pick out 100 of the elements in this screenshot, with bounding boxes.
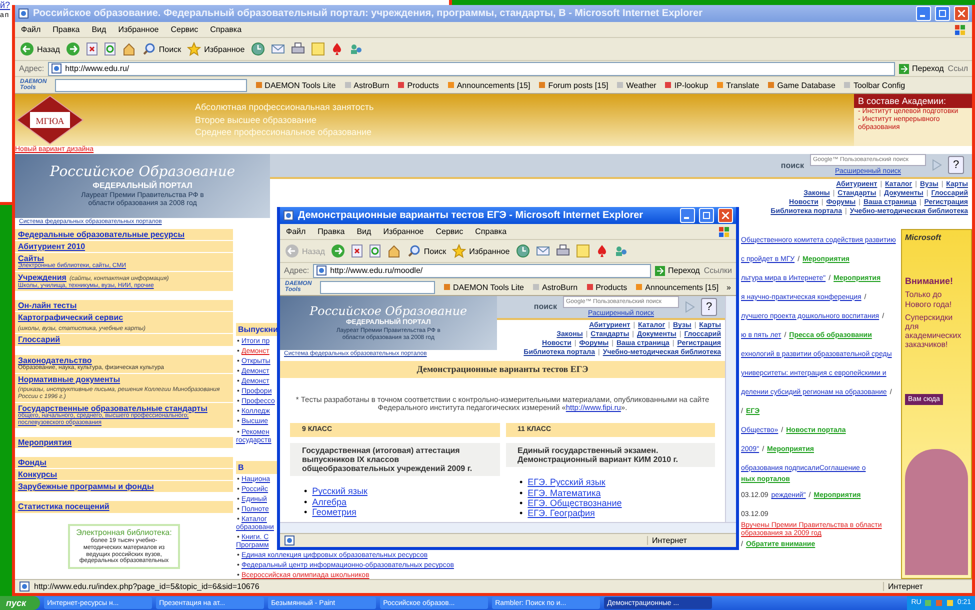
back-button[interactable]: Назад	[20, 42, 60, 56]
go-button[interactable]: Переход	[899, 64, 944, 74]
search-icon	[142, 42, 156, 56]
search-button[interactable]: Поиск	[406, 244, 446, 258]
toolbar-link[interactable]: AstroBurn	[344, 80, 390, 90]
menu-link[interactable]: Абитуриент 2010	[18, 242, 86, 252]
link[interactable]: й?	[0, 0, 10, 10]
help-button[interactable]: ?	[701, 298, 717, 316]
history-icon[interactable]	[250, 42, 265, 56]
toolbar-link[interactable]: DAEMON Tools Lite	[443, 282, 524, 292]
toolbar-link[interactable]: Toolbar Config	[843, 80, 906, 90]
menu-item[interactable]: Справка	[475, 226, 507, 236]
ad-headline: Внимание!	[905, 276, 954, 286]
subject-link[interactable]: ЕГЭ. Русский язык	[528, 477, 606, 488]
history-icon[interactable]	[516, 244, 530, 258]
favorites-button[interactable]: Избранное	[452, 244, 510, 258]
menu-item[interactable]: Файл	[21, 24, 41, 34]
subject-link[interactable]: ЕГЭ. Обществознание	[528, 498, 622, 508]
menu-link[interactable]: Государственные образовательные стандарты	[18, 404, 208, 413]
toolbar-item-icon	[716, 81, 724, 89]
toolbar-search-field[interactable]	[320, 280, 435, 294]
printer-icon[interactable]	[556, 244, 570, 258]
menu-item[interactable]: Избранное	[383, 226, 424, 236]
toolbar-item-icon	[538, 81, 546, 89]
menu-item[interactable]: Вид	[92, 24, 106, 34]
go-button[interactable]: Переход	[655, 266, 700, 276]
toolbar-item-icon	[616, 81, 624, 89]
refresh-icon[interactable]	[368, 244, 381, 258]
menu-link[interactable]: Мероприятия	[18, 438, 72, 447]
horizontal-scrollbar[interactable]	[280, 522, 736, 533]
toolbar-link[interactable]: Products	[586, 282, 628, 292]
stop-icon[interactable]	[350, 244, 363, 258]
toolbar-link[interactable]: Announcements [15]	[635, 282, 719, 292]
bullet: •	[304, 496, 308, 508]
refresh-icon[interactable]	[104, 42, 116, 56]
toolbar-item-icon	[443, 283, 451, 291]
menu-link[interactable]: Нормативные документы	[18, 374, 120, 384]
search-button[interactable]: Поиск	[142, 42, 182, 56]
bullet: •	[520, 477, 523, 488]
toolbar-link[interactable]: AstroBurn	[532, 282, 578, 292]
more-chevron[interactable]: »	[726, 282, 731, 292]
menu-link[interactable]: Фонды	[18, 458, 46, 467]
toolbar-link[interactable]: Translate	[716, 80, 760, 90]
subject-link[interactable]: Алгебра	[312, 496, 347, 508]
spade-icon[interactable]	[596, 244, 608, 258]
subject-link[interactable]: Геометрия	[312, 507, 356, 518]
toolbar-link[interactable]: Products	[397, 80, 439, 90]
close-button[interactable]	[954, 6, 969, 21]
favorites-button[interactable]: Избранное	[187, 42, 245, 56]
menu-item[interactable]: Сервис	[170, 24, 198, 34]
menu-link[interactable]: Конкурсы	[18, 470, 58, 480]
menu-item[interactable]: Справка	[210, 24, 242, 34]
stop-icon[interactable]	[86, 42, 98, 56]
spade-icon[interactable]	[330, 42, 343, 56]
menu-link[interactable]: Статистика посещений	[18, 502, 110, 512]
maximize-button[interactable]	[935, 6, 950, 21]
toolbar-link[interactable]: Forum posts [15]	[538, 80, 608, 90]
menu-link[interactable]: Сайты	[18, 254, 44, 264]
subject-link[interactable]: Русский язык	[312, 486, 368, 497]
toolbar-search-field[interactable]	[54, 78, 247, 92]
menu-item[interactable]: Сервис	[436, 226, 464, 236]
help-button[interactable]: ?	[948, 156, 964, 174]
close-button[interactable]	[718, 208, 733, 223]
home-icon[interactable]	[386, 244, 401, 258]
menu-link[interactable]: Картографический сервис	[18, 313, 124, 322]
vertical-scrollbar[interactable]	[725, 296, 736, 522]
minimize-button[interactable]	[916, 6, 931, 21]
toolbar-link[interactable]: IP-lookup	[664, 80, 708, 90]
toolbar-link[interactable]: Weather	[616, 80, 656, 90]
subject-link[interactable]: ЕГЭ. География	[528, 508, 595, 519]
home-icon[interactable]	[122, 42, 136, 56]
minimize-button[interactable]	[680, 208, 695, 223]
links-label[interactable]: Ссыл	[948, 64, 968, 74]
menu-item[interactable]: Вид	[356, 226, 372, 236]
menu-link[interactable]: Федеральные образовательные ресурсы	[18, 230, 185, 240]
mail-icon[interactable]	[536, 244, 550, 258]
maximize-button[interactable]	[699, 208, 714, 223]
subject-link[interactable]: ЕГЭ. Математика	[528, 488, 601, 498]
menu-item[interactable]: Правка	[52, 24, 80, 34]
address-field[interactable]: http://www.edu.ru/moodle/	[313, 264, 652, 278]
people-icon[interactable]	[348, 42, 363, 56]
menu-link[interactable]: Учреждения	[18, 273, 66, 283]
links-label[interactable]: Ссылки	[704, 266, 732, 276]
menu-item[interactable]: Правка	[318, 226, 345, 236]
toolbar-link[interactable]: Announcements [15]	[446, 80, 530, 90]
menu-link[interactable]: Он-лайн тесты	[18, 301, 77, 310]
menu-link[interactable]: Законодательство	[18, 356, 92, 365]
toolbar-link[interactable]: Game Database	[767, 80, 836, 90]
address-field[interactable]: http://www.edu.ru/	[48, 62, 896, 76]
mail-icon[interactable]	[270, 42, 285, 56]
toolbar-link[interactable]: DAEMON Tools Lite	[254, 80, 336, 90]
menu-item[interactable]: Избранное	[118, 24, 159, 34]
menu-link[interactable]: Глоссарий	[18, 335, 60, 345]
ad-brand: Microsoft	[905, 232, 942, 242]
note-icon[interactable]	[310, 42, 325, 56]
menu-link[interactable]: Зарубежные программы и фонды	[18, 482, 154, 492]
people-icon[interactable]	[614, 244, 628, 258]
menu-item[interactable]: Файл	[286, 226, 306, 236]
note-icon[interactable]	[576, 244, 590, 258]
printer-icon[interactable]	[290, 42, 305, 56]
